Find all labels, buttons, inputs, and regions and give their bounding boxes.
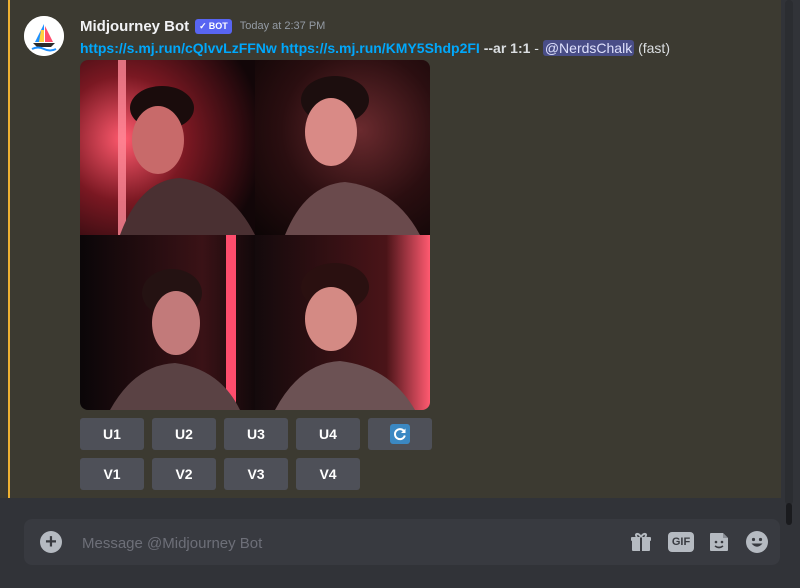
timestamp[interactable]: Today at 2:37 PM [240, 20, 326, 32]
upscale-button-1[interactable]: U1 [80, 418, 144, 450]
grid-image-4[interactable] [255, 235, 430, 410]
grid-image-3[interactable] [80, 235, 255, 410]
bot-badge-label: BOT [208, 21, 228, 31]
message-header: Midjourney Bot ✓ BOT Today at 2:37 PM [80, 15, 325, 37]
sailboat-logo-icon [24, 16, 64, 56]
add-attachment-button[interactable]: + [40, 531, 62, 553]
upscale-button-2[interactable]: U2 [152, 418, 216, 450]
grid-image-2[interactable] [255, 60, 430, 235]
image-link-1[interactable]: https://s.mj.run/cQlvvLzFFNw [80, 40, 277, 56]
bot-badge: ✓ BOT [195, 18, 232, 34]
variation-button-4[interactable]: V4 [296, 458, 360, 490]
reroll-button[interactable] [368, 418, 432, 450]
gif-button[interactable]: GIF [668, 532, 694, 552]
upscale-button-3[interactable]: U3 [224, 418, 288, 450]
message-content: https://s.mj.run/cQlvvLzFFNw https://s.m… [80, 38, 670, 58]
sticker-icon[interactable] [707, 530, 731, 554]
generation-mode: (fast) [638, 40, 670, 56]
gift-icon[interactable] [629, 530, 653, 554]
message-input[interactable] [80, 519, 604, 567]
variation-button-3[interactable]: V3 [224, 458, 288, 490]
username[interactable]: Midjourney Bot [80, 18, 189, 35]
bot-avatar[interactable] [24, 16, 64, 56]
emoji-icon[interactable] [745, 530, 769, 554]
variation-button-2[interactable]: V2 [152, 458, 216, 490]
variation-button-1[interactable]: V1 [80, 458, 144, 490]
separator: - [534, 40, 539, 56]
image-link-2[interactable]: https://s.mj.run/KMY5Shdp2FI [281, 40, 480, 56]
prompt-params: --ar 1:1 [483, 40, 531, 56]
refresh-icon [390, 424, 410, 444]
message-composer: + GIF [24, 519, 780, 567]
mention-accent-bar [8, 0, 10, 498]
scrollbar-thumb[interactable] [786, 503, 792, 525]
image-grid[interactable] [80, 60, 430, 410]
upscale-button-4[interactable]: U4 [296, 418, 360, 450]
check-icon: ✓ [199, 20, 207, 31]
user-mention[interactable]: @NerdsChalk [542, 40, 635, 56]
grid-image-1[interactable] [80, 60, 255, 235]
scrollbar-track[interactable] [785, 0, 793, 505]
